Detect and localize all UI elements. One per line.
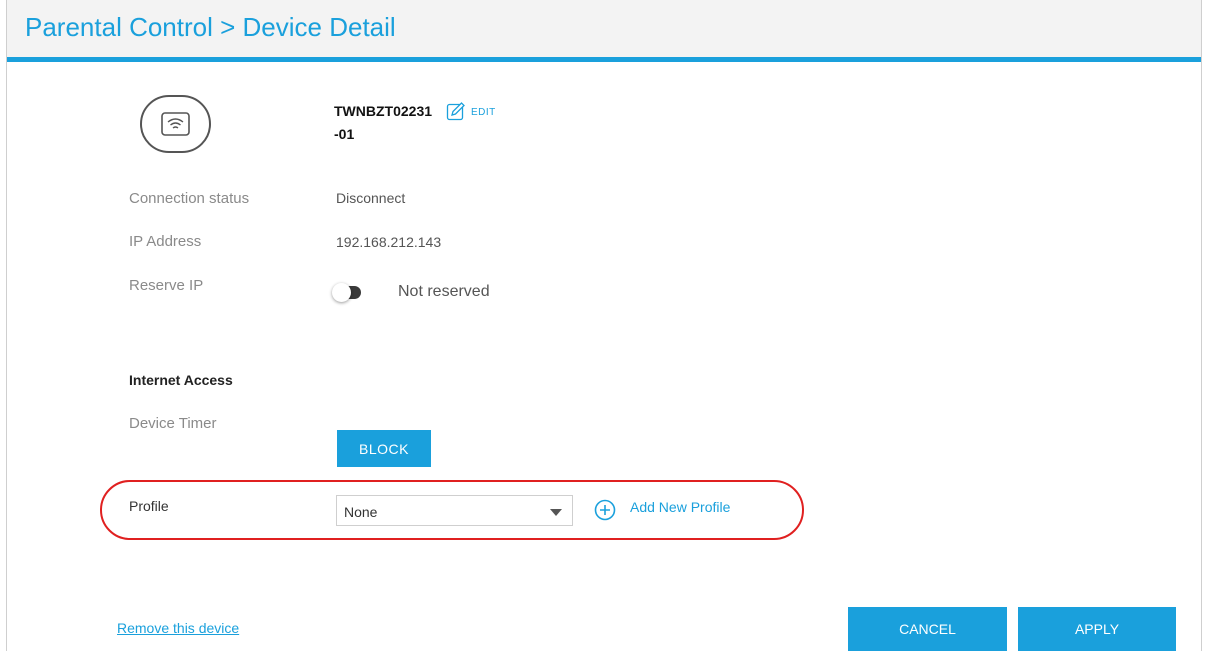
block-button[interactable]: BLOCK bbox=[337, 430, 431, 467]
connection-status-value: Disconnect bbox=[336, 190, 406, 206]
apply-button[interactable]: APPLY bbox=[1018, 607, 1176, 651]
profile-select[interactable]: None bbox=[336, 495, 573, 526]
chevron-down-icon bbox=[550, 509, 562, 516]
add-circle-icon[interactable] bbox=[594, 499, 616, 521]
edit-icon[interactable] bbox=[446, 101, 466, 121]
wifi-device-icon bbox=[140, 95, 211, 153]
page-header: Parental Control > Device Detail bbox=[7, 0, 1201, 57]
toggle-knob bbox=[332, 283, 351, 302]
device-name-suffix: -01 bbox=[334, 126, 355, 142]
profile-label: Profile bbox=[129, 498, 169, 514]
reserve-ip-state: Not reserved bbox=[398, 283, 490, 300]
device-name: TWNBZT02231 bbox=[334, 103, 433, 119]
reserve-ip-toggle[interactable] bbox=[332, 283, 361, 302]
header-accent-bar bbox=[7, 57, 1201, 62]
page-title: Parental Control > Device Detail bbox=[25, 12, 396, 42]
add-new-profile-link[interactable]: Add New Profile bbox=[630, 499, 730, 515]
ip-address-value: 192.168.212.143 bbox=[336, 234, 442, 250]
connection-status-label: Connection status bbox=[129, 190, 250, 207]
profile-selected-value: None bbox=[344, 504, 378, 520]
device-timer-label: Device Timer bbox=[129, 415, 217, 432]
edit-link[interactable]: EDIT bbox=[471, 107, 496, 118]
reserve-ip-label: Reserve IP bbox=[129, 277, 204, 294]
ip-address-label: IP Address bbox=[129, 233, 202, 250]
cancel-button[interactable]: CANCEL bbox=[848, 607, 1007, 651]
internet-access-heading: Internet Access bbox=[129, 372, 233, 388]
remove-device-link[interactable]: Remove this device bbox=[117, 620, 239, 636]
